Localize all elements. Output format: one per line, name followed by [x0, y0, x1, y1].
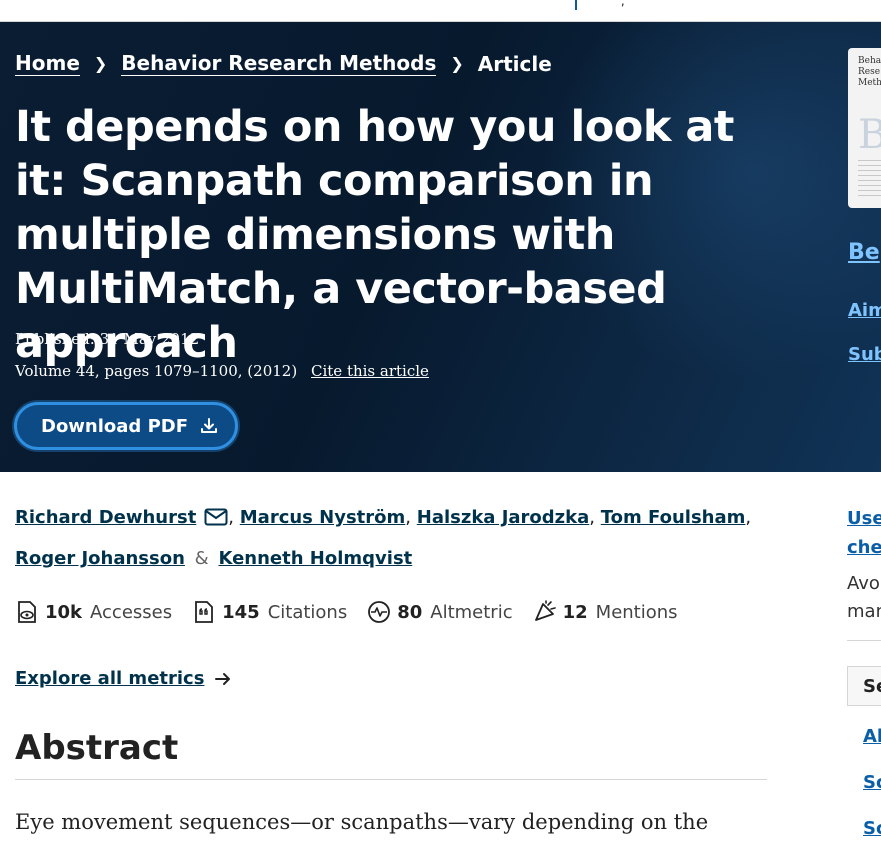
sidebar-use-line1: Use — [847, 508, 881, 529]
cite-article-link[interactable]: Cite this article — [311, 362, 429, 380]
metric-citations: 145 Citations — [192, 600, 347, 624]
breadcrumb-journal-link[interactable]: Behavior Research Methods — [121, 51, 437, 76]
chevron-right-icon: ❯ — [450, 54, 464, 73]
sidebar-sections-header[interactable]: Se — [847, 666, 881, 706]
author-separator: , — [228, 507, 235, 528]
sidebar-avoid-line1: Avo — [847, 573, 880, 594]
top-navigation-bar: ’, — [0, 0, 881, 22]
sidebar-journal-link[interactable]: Be — [848, 240, 880, 265]
explore-metrics-link[interactable]: Explore all metrics — [15, 668, 232, 689]
mail-icon[interactable] — [204, 508, 228, 526]
sidebar-avoid-line2: man — [847, 601, 881, 622]
author-ampersand: & — [194, 548, 209, 569]
author-link[interactable]: Halszka Jarodzka — [417, 507, 590, 528]
mentions-label: Mentions — [595, 601, 678, 623]
altmetric-icon — [368, 601, 391, 623]
accesses-icon — [18, 601, 36, 623]
volume-pages: Volume 44, pages 1079–1100, (2012) — [15, 362, 298, 380]
altmetric-value: 80 — [397, 601, 423, 623]
sidebar-avoid-text: Avo man — [847, 570, 881, 626]
sidebar-nav-link[interactable]: Sc — [863, 818, 881, 839]
cover-title-text: Beha Rese Meth — [858, 56, 881, 88]
sidebar-aims-link[interactable]: Aim — [848, 300, 881, 321]
citations-value: 145 — [222, 601, 260, 623]
sidebar-divider — [847, 640, 881, 641]
accesses-label: Accesses — [90, 601, 173, 623]
megaphone-icon — [534, 600, 556, 621]
cover-letter: B — [858, 112, 881, 158]
journal-cover-image[interactable]: Beha Rese Meth B — [848, 48, 881, 208]
download-pdf-label: Download PDF — [41, 415, 189, 437]
topbar-text-fragment: ’, — [617, 0, 625, 8]
cover-text-lines — [858, 160, 881, 200]
author-separator: , — [589, 507, 596, 528]
author-link[interactable]: Richard Dewhurst — [15, 507, 196, 528]
sidebar-submit-link[interactable]: Sub — [848, 344, 881, 365]
sidebar-nav-link[interactable]: Al — [863, 726, 881, 747]
breadcrumb: Home ❯ Behavior Research Methods ❯ Artic… — [15, 51, 552, 76]
author-link[interactable]: Tom Foulsham — [601, 507, 746, 528]
sidebar-use-line2: che — [847, 537, 881, 558]
sidebar-nav-link[interactable]: Sc — [863, 772, 881, 793]
accesses-value: 10k — [45, 601, 83, 623]
author-link[interactable]: Kenneth Holmqvist — [218, 548, 412, 569]
sidebar-use-link[interactable]: Use che — [847, 504, 881, 562]
metric-altmetric: 80 Altmetric — [367, 600, 513, 624]
download-icon — [201, 418, 218, 433]
citations-label: Citations — [267, 601, 348, 623]
article-metrics: 10k Accesses 145 Citations 80 Altmetric … — [15, 600, 698, 624]
author-separator: , — [745, 507, 752, 528]
arrow-right-icon — [215, 672, 231, 685]
breadcrumb-home-link[interactable]: Home — [15, 51, 80, 76]
author-list: Richard Dewhurst, Marcus Nyström, Halszk… — [15, 497, 785, 579]
published-date: Published: 31 May 2012 — [15, 330, 200, 348]
chevron-right-icon: ❯ — [93, 54, 108, 73]
metric-mentions: 12 Mentions — [533, 600, 678, 624]
author-link[interactable]: Roger Johansson — [15, 548, 185, 569]
breadcrumb-current: Article — [477, 51, 552, 76]
mentions-value: 12 — [562, 601, 588, 623]
article-header: Home ❯ Behavior Research Methods ❯ Artic… — [0, 22, 881, 472]
altmetric-label: Altmetric — [430, 601, 513, 623]
metric-accesses: 10k Accesses — [15, 600, 172, 624]
citations-icon — [195, 601, 214, 623]
download-pdf-button[interactable]: Download PDF — [14, 402, 238, 450]
abstract-text: Eye movement sequences—or scanpaths—vary… — [15, 810, 709, 834]
abstract-heading: Abstract — [15, 728, 179, 768]
topbar-divider — [575, 0, 577, 10]
author-link[interactable]: Marcus Nyström — [240, 507, 406, 528]
explore-metrics-label: Explore all metrics — [15, 668, 205, 689]
author-separator: , — [405, 507, 412, 528]
abstract-divider — [15, 779, 767, 780]
